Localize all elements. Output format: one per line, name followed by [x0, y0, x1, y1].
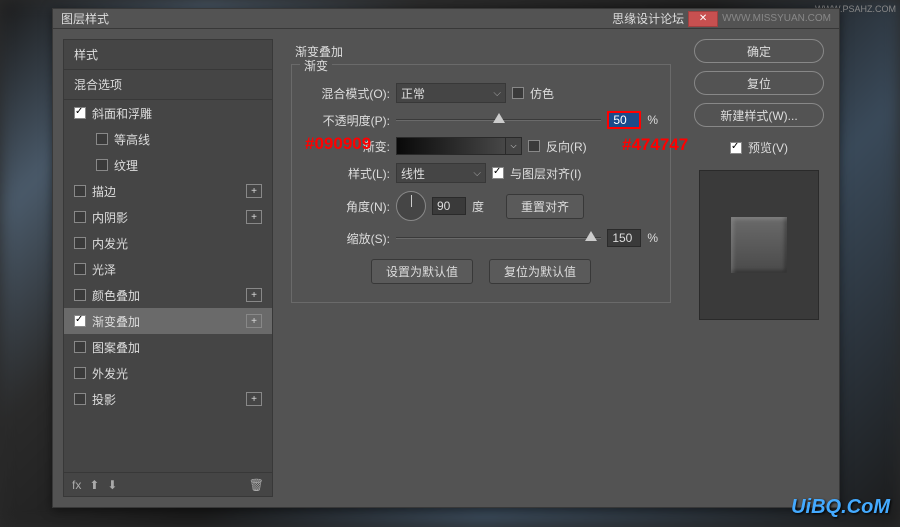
style-row[interactable]: 内发光	[64, 230, 272, 256]
reset-default-button[interactable]: 复位为默认值	[489, 259, 591, 284]
blend-mode-label: 混合模式(O):	[304, 85, 390, 102]
scale-slider[interactable]	[396, 231, 601, 245]
trash-icon[interactable]: 🗑	[249, 478, 264, 492]
style-checkbox[interactable]	[96, 133, 108, 145]
add-effect-icon[interactable]: +	[246, 184, 262, 198]
style-row[interactable]: 投影 +	[64, 386, 272, 412]
titlebar: 图层样式 思缘设计论坛 ✕ WWW.MISSYUAN.COM	[53, 9, 839, 29]
add-effect-icon[interactable]: +	[246, 392, 262, 406]
gradient-overlay-panel: 渐变叠加 渐变 混合模式(O): 正常 仿色 不透明度(P): 50 %	[283, 39, 679, 497]
style-row[interactable]: 内阴影 +	[64, 204, 272, 230]
cancel-button[interactable]: 复位	[694, 71, 824, 95]
style-row[interactable]: 渐变叠加 +	[64, 308, 272, 334]
section-title: 渐变叠加	[291, 43, 671, 60]
scale-label: 缩放(S):	[304, 230, 390, 247]
ok-button[interactable]: 确定	[694, 39, 824, 63]
opacity-input[interactable]: 50	[607, 111, 641, 129]
gradient-swatch[interactable]	[396, 137, 506, 155]
add-effect-icon[interactable]: +	[246, 210, 262, 224]
style-label: 纹理	[114, 157, 138, 174]
add-effect-icon[interactable]: +	[246, 288, 262, 302]
style-row[interactable]: 图案叠加	[64, 334, 272, 360]
gradient-dropdown-icon[interactable]: ⌵	[506, 137, 522, 155]
style-label: 颜色叠加	[92, 287, 140, 304]
forum-name: 思缘设计论坛	[612, 10, 684, 27]
style-checkbox[interactable]	[74, 237, 86, 249]
blend-options-row[interactable]: 混合选项	[64, 70, 272, 100]
style-row[interactable]: 等高线	[64, 126, 272, 152]
style-checkbox[interactable]	[96, 159, 108, 171]
dither-label: 仿色	[530, 85, 554, 102]
add-effect-icon[interactable]: +	[246, 314, 262, 328]
style-checkbox[interactable]	[74, 211, 86, 223]
angle-label: 角度(N):	[304, 198, 390, 215]
fx-icon[interactable]: fx	[72, 478, 81, 492]
site-badge: WWW.MISSYUAN.COM	[722, 13, 831, 24]
style-label: 渐变叠加	[92, 313, 140, 330]
styles-list-panel: 样式 混合选项 斜面和浮雕等高线纹理描边 + 内阴影 + 内发光光泽颜色叠加 + 渐变叠加 +…	[63, 39, 273, 497]
footer-down-icon[interactable]: ⬇	[107, 478, 117, 492]
style-checkbox[interactable]	[74, 107, 86, 119]
style-row[interactable]: 颜色叠加 +	[64, 282, 272, 308]
reverse-label: 反向(R)	[546, 138, 587, 155]
style-row[interactable]: 斜面和浮雕	[64, 100, 272, 126]
style-checkbox[interactable]	[74, 341, 86, 353]
style-label: 外发光	[92, 365, 128, 382]
annotation-color-right: #474747	[622, 135, 688, 155]
style-label: 内阴影	[92, 209, 128, 226]
opacity-label: 不透明度(P):	[304, 112, 390, 129]
new-style-button[interactable]: 新建样式(W)...	[694, 103, 824, 127]
layer-style-dialog: 图层样式 思缘设计论坛 ✕ WWW.MISSYUAN.COM 样式 混合选项 斜…	[52, 8, 840, 508]
style-label: 投影	[92, 391, 116, 408]
window-title: 图层样式	[61, 10, 109, 27]
preview-checkbox[interactable]	[730, 142, 742, 154]
style-checkbox[interactable]	[74, 315, 86, 327]
style-row[interactable]: 光泽	[64, 256, 272, 282]
right-panel: 确定 复位 新建样式(W)... 预览(V)	[689, 39, 829, 497]
align-label: 与图层对齐(I)	[510, 165, 581, 182]
preview-thumbnail	[729, 215, 789, 275]
dither-checkbox[interactable]	[512, 87, 524, 99]
style-label: 等高线	[114, 131, 150, 148]
opacity-slider[interactable]	[396, 113, 601, 127]
close-button[interactable]: ✕	[688, 11, 718, 27]
style-label: 光泽	[92, 261, 116, 278]
style-label: 内发光	[92, 235, 128, 252]
align-checkbox[interactable]	[492, 167, 504, 179]
gradient-fieldset: 渐变 混合模式(O): 正常 仿色 不透明度(P): 50 % 渐变:	[291, 64, 671, 303]
footer-up-icon[interactable]: ⬆	[89, 478, 99, 492]
preview-label: 预览(V)	[748, 139, 788, 156]
style-row[interactable]: 纹理	[64, 152, 272, 178]
angle-unit: 度	[472, 198, 484, 215]
style-checkbox[interactable]	[74, 393, 86, 405]
style-checkbox[interactable]	[74, 263, 86, 275]
style-label: 描边	[92, 183, 116, 200]
blend-mode-select[interactable]: 正常	[396, 83, 506, 103]
preview-box	[699, 170, 819, 320]
scale-unit: %	[647, 231, 658, 245]
reset-align-button[interactable]: 重置对齐	[506, 194, 584, 219]
style-checkbox[interactable]	[74, 367, 86, 379]
style-label: 样式(L):	[304, 165, 390, 182]
scale-input[interactable]: 150	[607, 229, 641, 247]
style-label: 斜面和浮雕	[92, 105, 152, 122]
opacity-unit: %	[647, 113, 658, 127]
style-label: 图案叠加	[92, 339, 140, 356]
style-checkbox[interactable]	[74, 289, 86, 301]
reverse-checkbox[interactable]	[528, 140, 540, 152]
fieldset-legend: 渐变	[300, 57, 332, 74]
annotation-color-left: #090909	[305, 134, 371, 154]
angle-dial[interactable]	[396, 191, 426, 221]
style-row[interactable]: 外发光	[64, 360, 272, 386]
style-row[interactable]: 描边 +	[64, 178, 272, 204]
angle-input[interactable]: 90	[432, 197, 466, 215]
style-checkbox[interactable]	[74, 185, 86, 197]
style-select[interactable]: 线性	[396, 163, 486, 183]
styles-footer: fx ⬆ ⬇ 🗑	[64, 472, 272, 496]
watermark: UiBQ.CoM	[791, 496, 890, 519]
set-default-button[interactable]: 设置为默认值	[371, 259, 473, 284]
styles-header[interactable]: 样式	[64, 40, 272, 70]
